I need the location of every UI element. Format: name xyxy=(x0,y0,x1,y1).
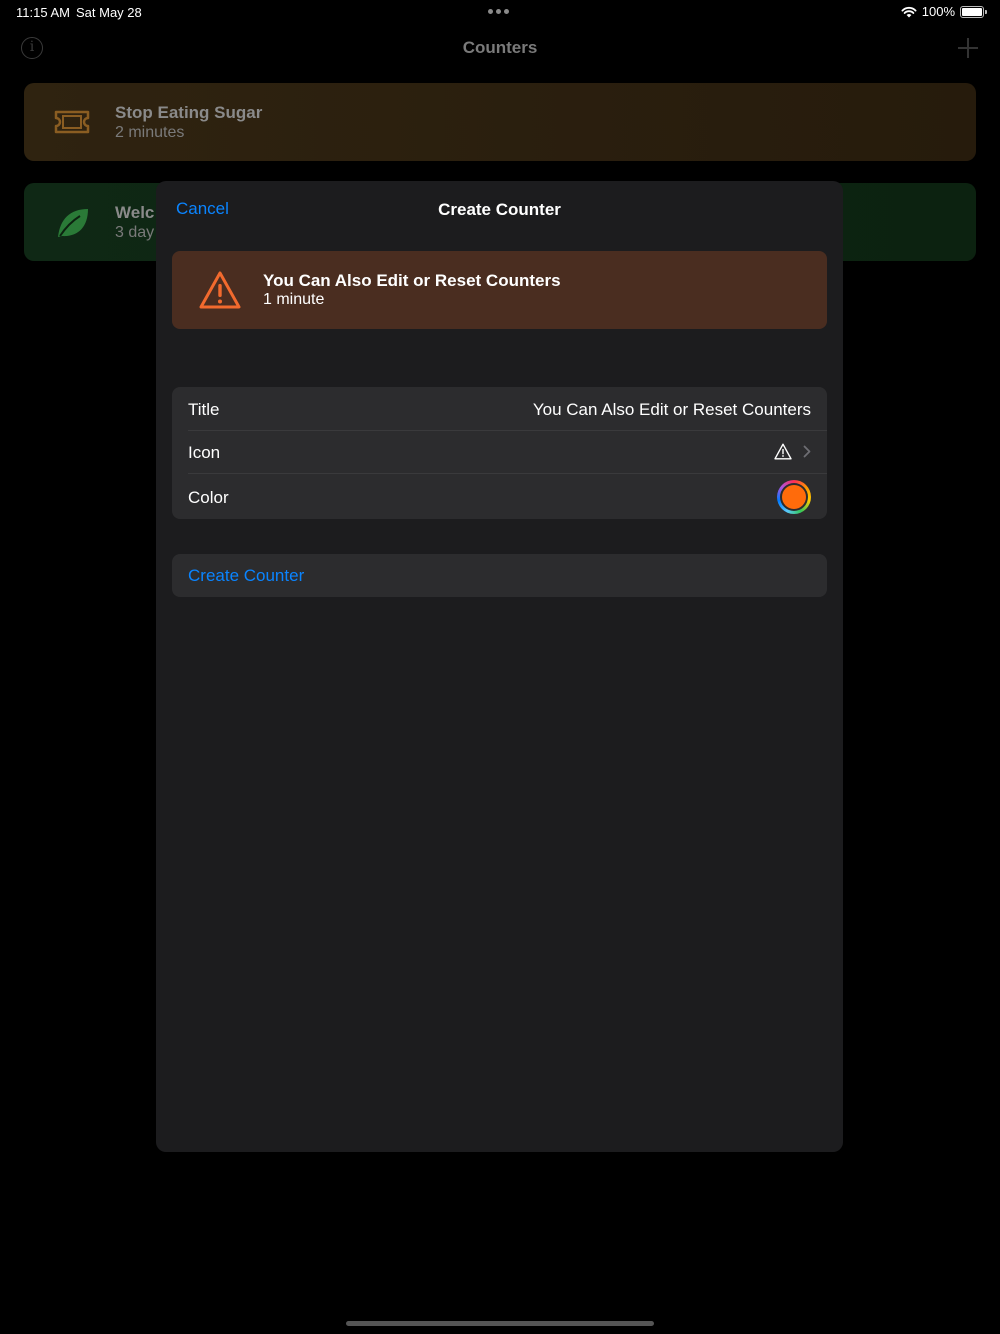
home-indicator[interactable] xyxy=(346,1321,654,1326)
ticket-icon xyxy=(54,110,90,134)
counter-subtitle: 3 day xyxy=(115,224,155,241)
warning-triangle-icon xyxy=(774,443,792,460)
color-label: Color xyxy=(188,488,229,507)
status-right: 100% xyxy=(901,4,987,19)
preview-subtitle: 1 minute xyxy=(263,291,325,308)
counter-title: Welc xyxy=(115,203,155,222)
counter-card[interactable]: Stop Eating Sugar 2 minutes xyxy=(24,83,976,161)
create-counter-label: Create Counter xyxy=(188,566,305,585)
status-bar: 11:15 AM Sat May 28 100% xyxy=(0,0,1000,24)
counter-form: Title You Can Also Edit or Reset Counter… xyxy=(172,387,827,519)
icon-label: Icon xyxy=(188,443,221,462)
counter-preview: You Can Also Edit or Reset Counters 1 mi… xyxy=(172,251,827,329)
counter-subtitle: 2 minutes xyxy=(115,124,185,141)
chevron-right-icon xyxy=(803,445,811,458)
create-counter-sheet: Cancel Create Counter You Can Also Edit … xyxy=(156,181,843,1152)
status-time: 11:15 AM xyxy=(16,5,70,20)
wifi-icon xyxy=(901,6,917,17)
create-counter-button[interactable]: Create Counter xyxy=(172,554,827,597)
divider xyxy=(188,473,827,474)
page-title: Counters xyxy=(462,38,538,57)
nav-bar: i Counters xyxy=(0,24,1000,74)
counter-title: Stop Eating Sugar xyxy=(115,103,263,122)
color-picker-well[interactable] xyxy=(777,480,811,514)
title-row[interactable]: Title You Can Also Edit or Reset Counter… xyxy=(172,387,827,430)
icon-row[interactable]: Icon xyxy=(172,430,827,473)
sheet-title: Create Counter xyxy=(438,200,561,219)
multitasking-dots-icon[interactable] xyxy=(488,9,509,14)
selected-color-dot xyxy=(782,485,806,509)
divider xyxy=(188,430,827,431)
preview-title: You Can Also Edit or Reset Counters xyxy=(263,271,561,290)
color-row[interactable]: Color xyxy=(172,473,827,519)
battery-icon xyxy=(960,5,987,18)
add-icon[interactable] xyxy=(958,38,978,58)
title-field[interactable]: You Can Also Edit or Reset Counters xyxy=(533,400,811,420)
leaf-icon xyxy=(58,209,88,237)
battery-percent: 100% xyxy=(921,4,955,19)
warning-triangle-icon xyxy=(199,271,241,309)
status-date: Sat May 28 xyxy=(76,5,142,20)
title-label: Title xyxy=(188,400,220,419)
